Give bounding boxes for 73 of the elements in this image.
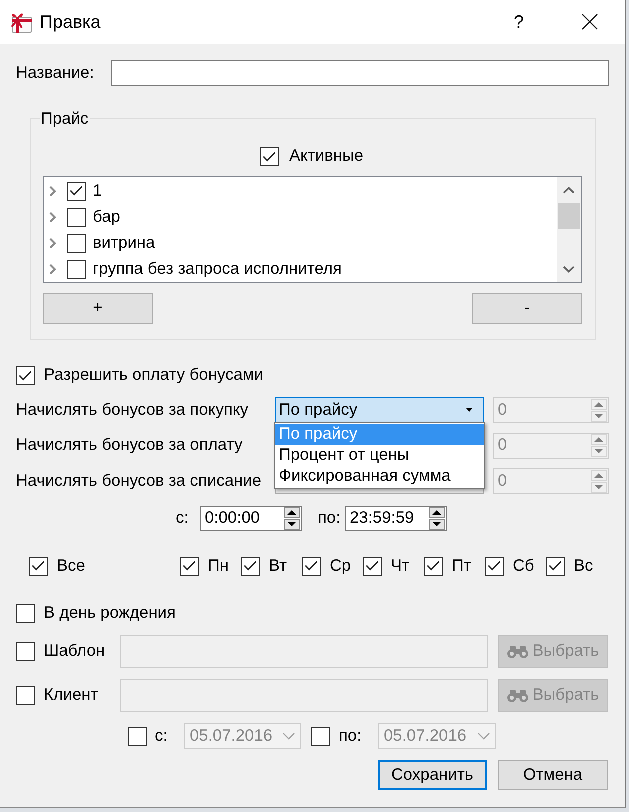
checkbox[interactable]	[302, 556, 321, 576]
checkmark-icon	[549, 561, 562, 571]
window-title: Правка	[40, 11, 101, 33]
checkmark-icon	[305, 561, 318, 571]
time-field[interactable]: 0:00:00	[200, 506, 302, 531]
field-label: Начислять бонусов за покупку	[16, 400, 250, 420]
chevron-right-icon[interactable]	[49, 212, 57, 222]
checkbox-label[interactable]: Все	[57, 556, 86, 576]
binoculars-icon	[506, 644, 529, 658]
field-label: Начислять бонусов за списание	[16, 472, 263, 490]
name-input[interactable]	[111, 60, 609, 86]
cancel-button[interactable]: Отмена	[498, 760, 608, 790]
time-field[interactable]: 23:59:59	[345, 506, 447, 531]
dropdown-option[interactable]: Процент от цены	[275, 445, 484, 466]
checkbox-label[interactable]: Сб	[513, 556, 534, 576]
close-icon[interactable]	[582, 14, 598, 30]
binoculars-icon	[506, 688, 529, 702]
dropdown[interactable]: По прайсу	[275, 397, 484, 423]
scrollbar[interactable]	[557, 177, 581, 282]
checkbox[interactable]	[180, 556, 199, 576]
chevron-right-icon[interactable]	[49, 238, 57, 248]
checkbox-label[interactable]: Пн	[208, 556, 229, 576]
remove-button[interactable]: -	[472, 293, 582, 324]
chevron-right-icon[interactable]	[49, 264, 57, 274]
caret-icon	[466, 408, 473, 412]
checkbox[interactable]	[16, 604, 35, 623]
checkbox-label[interactable]: Вт	[269, 556, 288, 576]
checkbox-label[interactable]: Чт	[391, 556, 410, 576]
checkbox[interactable]	[241, 556, 260, 576]
checkbox[interactable]	[67, 234, 86, 252]
help-button[interactable]: ?	[514, 11, 524, 33]
checkbox[interactable]	[485, 556, 504, 576]
checkbox-label[interactable]: Пт	[452, 556, 472, 576]
dropdown-option[interactable]: Фиксированная сумма	[275, 466, 484, 487]
checkbox[interactable]	[67, 208, 86, 226]
tree-item-label[interactable]: бар	[93, 208, 120, 226]
chevron-right-icon[interactable]	[49, 186, 57, 196]
scroll-up-icon[interactable]	[563, 186, 575, 194]
checkmark-icon	[32, 561, 45, 571]
checkbox-label[interactable]: Ср	[330, 556, 352, 576]
checkbox-label[interactable]: Вс	[574, 556, 594, 576]
checkbox[interactable]	[260, 147, 280, 166]
save-button[interactable]: Сохранить	[378, 760, 487, 790]
field-label: Начислять бонусов за оплату	[16, 436, 244, 455]
checkmark-icon	[488, 561, 501, 571]
checkbox-label[interactable]: Активные	[289, 147, 364, 166]
checkbox[interactable]	[363, 556, 382, 576]
checkbox[interactable]	[67, 260, 86, 278]
checkmark-icon	[244, 561, 257, 571]
checkmark-icon	[70, 186, 83, 196]
checkbox-label[interactable]: Разрешить оплату бонусами	[44, 366, 264, 385]
checkmark-icon	[366, 561, 379, 571]
gift-icon	[11, 11, 33, 33]
tree-item-label[interactable]: 1	[93, 182, 102, 200]
checkbox[interactable]	[29, 556, 48, 576]
group-title: Прайс	[40, 110, 90, 129]
add-button[interactable]: +	[43, 293, 153, 324]
scrollbar-thumb[interactable]	[558, 203, 580, 229]
checkmark-icon	[19, 370, 32, 380]
checkbox[interactable]	[424, 556, 443, 576]
tree-item-label[interactable]: группа без запроса исполнителя	[93, 260, 342, 278]
scroll-down-icon[interactable]	[563, 266, 575, 272]
checkbox[interactable]	[546, 556, 565, 576]
tree-item-label[interactable]: витрина	[93, 234, 156, 252]
checkmark-icon	[263, 152, 276, 162]
field-label: Название:	[16, 64, 96, 82]
field-label: с:	[176, 509, 190, 528]
field-label: по:	[318, 509, 342, 528]
checkbox[interactable]	[16, 366, 35, 385]
checkmark-icon	[183, 561, 196, 571]
checkmark-icon	[427, 561, 440, 571]
checkbox-label[interactable]: В день рождения	[44, 604, 176, 623]
checkbox[interactable]	[67, 182, 86, 200]
